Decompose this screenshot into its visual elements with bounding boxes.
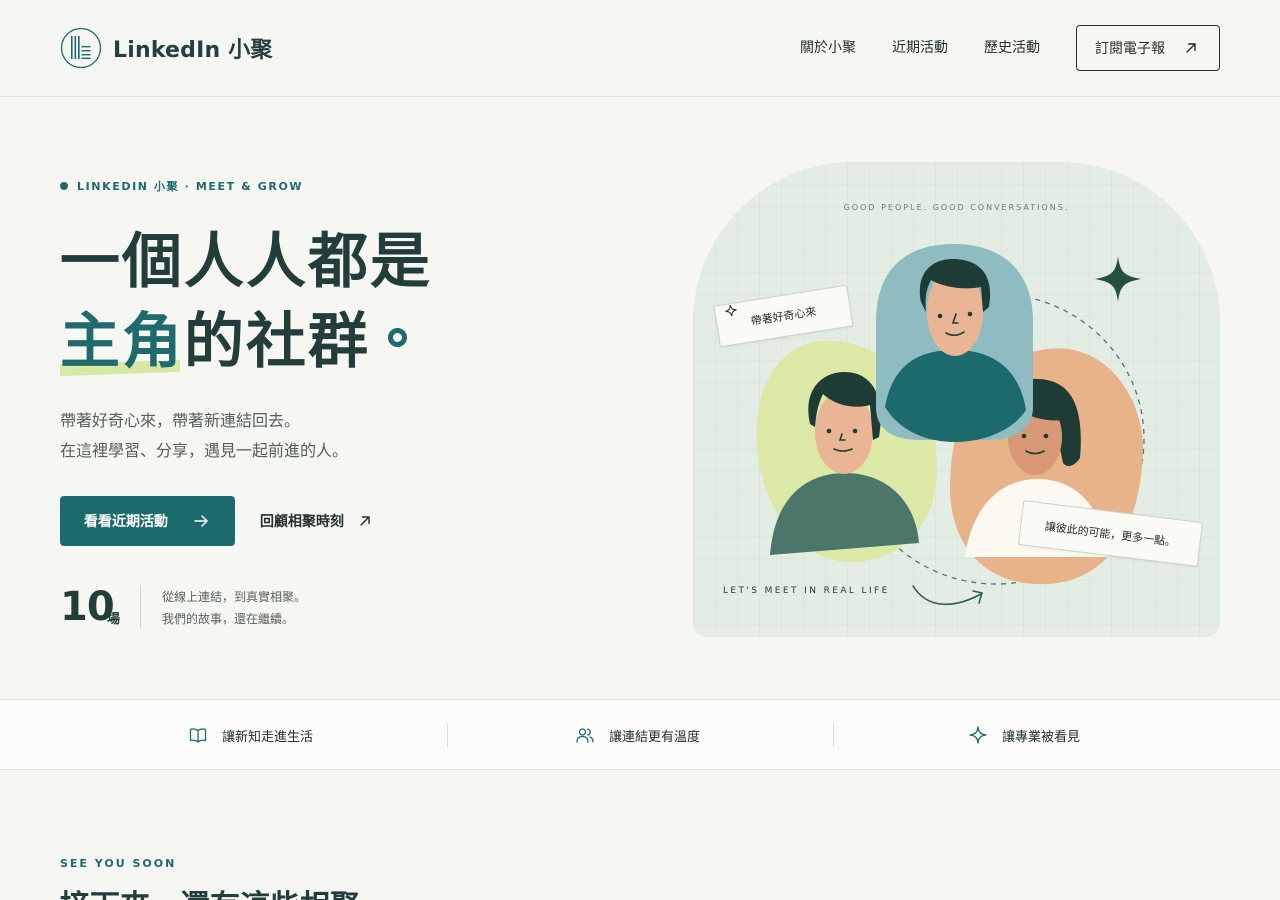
nav-item-past[interactable]: 歷史活動 — [984, 38, 1040, 58]
brand-logo[interactable]: LinkedIn 小聚 — [60, 27, 273, 69]
upcoming-eyebrow: SEE YOU SOON — [60, 857, 177, 870]
hero-lead-line2: 在這裡學習、分享，遇見一起前進的人。 — [60, 441, 349, 460]
view-events-button-label: 看看近期活動 — [84, 514, 168, 530]
events-count: 10 — [60, 584, 115, 630]
stat-description-line2: 我們的故事，還在繼續。 — [162, 612, 295, 626]
hero-illustration: GOOD PEOPLE. GOOD CONVERSATIONS. 帶著好奇心來 … — [693, 162, 1220, 637]
hero-title: 一個人人都是 主角的社群 — [60, 222, 432, 382]
nav-item-upcoming[interactable]: 近期活動 — [892, 38, 948, 58]
main-nav: 關於小聚 近期活動 歷史活動 — [800, 38, 1040, 58]
strip-divider — [833, 723, 834, 747]
stat-divider — [140, 585, 141, 628]
upcoming-title: 接下來，還有這些相聚 — [60, 887, 360, 900]
strip-divider — [447, 723, 448, 747]
hero-title-line2: 的社群 — [184, 307, 370, 377]
title-period-icon — [388, 327, 407, 347]
arrow-up-right-icon — [360, 516, 370, 526]
review-moments-link[interactable]: 回顧相聚時刻 — [260, 511, 372, 531]
brand-name: LinkedIn 小聚 — [113, 38, 273, 63]
hero-title-line1: 一個人人都是 — [60, 227, 432, 297]
feature-knowledge-label: 讓新知走進生活 — [222, 729, 314, 745]
arrow-right-icon — [194, 515, 208, 527]
feature-connection: 讓連結更有溫度 — [576, 724, 700, 746]
book-icon — [189, 728, 207, 743]
eyebrow-dot-icon — [60, 182, 68, 190]
review-moments-label: 回顧相聚時刻 — [260, 514, 344, 530]
stat-description: 從線上連結，到真實相聚。 我們的故事，還在繼續。 — [162, 586, 306, 630]
events-count-unit: 場 — [107, 612, 121, 627]
users-icon — [576, 728, 594, 743]
feature-connection-label: 讓連結更有溫度 — [609, 729, 701, 745]
feature-professional: 讓專業被看見 — [969, 724, 1080, 746]
illustration-top-caption: GOOD PEOPLE. GOOD CONVERSATIONS. — [843, 203, 1070, 212]
illustration-bottom-caption: LET'S MEET IN REAL LIFE — [723, 586, 890, 596]
subscribe-button-label: 訂閱電子報 — [1095, 41, 1165, 57]
sparkle-icon — [725, 304, 737, 317]
hero-eyebrow-text: LINKEDIN 小聚 · MEET & GROW — [77, 180, 304, 193]
hero-title-accent: 主角 — [60, 302, 184, 382]
quote-card-left-text: 帶著好奇心來 — [749, 304, 818, 329]
logo-mark-icon — [60, 27, 102, 69]
nav-item-about[interactable]: 關於小聚 — [800, 38, 856, 58]
stat-description-line1: 從線上連結，到真實相聚。 — [162, 590, 307, 604]
feature-knowledge: 讓新知走進生活 — [189, 724, 313, 746]
feature-professional-label: 讓專業被看見 — [1002, 729, 1081, 745]
quote-card-right-text: 讓彼此的可能，更多一點。 — [1044, 519, 1177, 549]
value-strip: 讓新知走進生活 讓連結更有溫度 讓專業被看見 — [0, 699, 1280, 770]
hero-lead-line1: 帶著好奇心來，帶著新連結回去。 — [60, 411, 301, 430]
sparkle-icon — [969, 726, 987, 744]
hero-lead: 帶著好奇心來，帶著新連結回去。 在這裡學習、分享，遇見一起前進的人。 — [60, 406, 348, 466]
arrow-up-right-icon[interactable] — [693, 162, 710, 179]
hero-eyebrow: LINKEDIN 小聚 · MEET & GROW — [60, 178, 303, 194]
subscribe-button[interactable]: 訂閱電子報 — [1076, 25, 1220, 71]
view-events-button[interactable]: 看看近期活動 — [60, 496, 235, 546]
site-header: LinkedIn 小聚 關於小聚 近期活動 歷史活動 訂閱電子報 — [0, 0, 1280, 97]
illustration-graphic — [693, 162, 1220, 637]
arrow-up-right-icon — [1186, 43, 1196, 53]
